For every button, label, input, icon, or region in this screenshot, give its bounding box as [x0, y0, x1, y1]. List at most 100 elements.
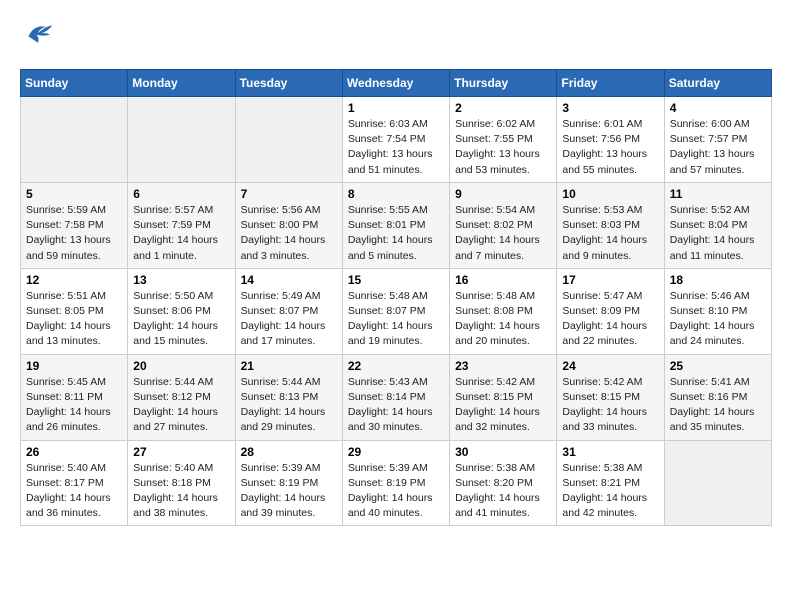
logo — [20, 20, 54, 53]
day-number: 10 — [562, 187, 658, 201]
day-info: Sunrise: 5:40 AMSunset: 8:17 PMDaylight:… — [26, 461, 122, 522]
calendar-cell — [235, 97, 342, 183]
calendar-cell: 24 Sunrise: 5:42 AMSunset: 8:15 PMDayligh… — [557, 354, 664, 440]
calendar-cell: 18 Sunrise: 5:46 AMSunset: 8:10 PMDayligh… — [664, 268, 771, 354]
day-number: 7 — [241, 187, 337, 201]
page-header — [20, 20, 772, 53]
day-number: 27 — [133, 445, 229, 459]
calendar-cell: 27 Sunrise: 5:40 AMSunset: 8:18 PMDayligh… — [128, 440, 235, 526]
day-info: Sunrise: 5:38 AMSunset: 8:21 PMDaylight:… — [562, 461, 658, 522]
calendar-cell: 22 Sunrise: 5:43 AMSunset: 8:14 PMDayligh… — [342, 354, 449, 440]
day-number: 30 — [455, 445, 551, 459]
day-number: 11 — [670, 187, 766, 201]
calendar-cell: 8 Sunrise: 5:55 AMSunset: 8:01 PMDaylight… — [342, 182, 449, 268]
day-info: Sunrise: 6:00 AMSunset: 7:57 PMDaylight:… — [670, 117, 766, 178]
day-number: 3 — [562, 101, 658, 115]
calendar-week-row: 5 Sunrise: 5:59 AMSunset: 7:58 PMDaylight… — [21, 182, 772, 268]
calendar-cell: 5 Sunrise: 5:59 AMSunset: 7:58 PMDaylight… — [21, 182, 128, 268]
day-number: 29 — [348, 445, 444, 459]
calendar-cell: 15 Sunrise: 5:48 AMSunset: 8:07 PMDayligh… — [342, 268, 449, 354]
day-number: 9 — [455, 187, 551, 201]
calendar-week-row: 12 Sunrise: 5:51 AMSunset: 8:05 PMDayligh… — [21, 268, 772, 354]
calendar-cell: 11 Sunrise: 5:52 AMSunset: 8:04 PMDayligh… — [664, 182, 771, 268]
calendar-table: SundayMondayTuesdayWednesdayThursdayFrid… — [20, 69, 772, 526]
day-number: 1 — [348, 101, 444, 115]
day-info: Sunrise: 5:46 AMSunset: 8:10 PMDaylight:… — [670, 289, 766, 350]
calendar-cell: 13 Sunrise: 5:50 AMSunset: 8:06 PMDayligh… — [128, 268, 235, 354]
calendar-cell: 10 Sunrise: 5:53 AMSunset: 8:03 PMDayligh… — [557, 182, 664, 268]
calendar-cell: 9 Sunrise: 5:54 AMSunset: 8:02 PMDaylight… — [450, 182, 557, 268]
day-info: Sunrise: 5:56 AMSunset: 8:00 PMDaylight:… — [241, 203, 337, 264]
day-number: 18 — [670, 273, 766, 287]
day-info: Sunrise: 5:50 AMSunset: 8:06 PMDaylight:… — [133, 289, 229, 350]
day-info: Sunrise: 5:39 AMSunset: 8:19 PMDaylight:… — [241, 461, 337, 522]
day-info: Sunrise: 5:44 AMSunset: 8:13 PMDaylight:… — [241, 375, 337, 436]
calendar-cell: 14Sunrise: 5:49 AMSunset: 8:07 PMDayligh… — [235, 268, 342, 354]
day-info: Sunrise: 5:48 AMSunset: 8:07 PMDaylight:… — [348, 289, 444, 350]
day-of-week-header: Saturday — [664, 70, 771, 97]
day-of-week-header: Thursday — [450, 70, 557, 97]
day-number: 4 — [670, 101, 766, 115]
day-info: Sunrise: 6:01 AMSunset: 7:56 PMDaylight:… — [562, 117, 658, 178]
calendar-cell: 16Sunrise: 5:48 AMSunset: 8:08 PMDayligh… — [450, 268, 557, 354]
day-number: 17 — [562, 273, 658, 287]
day-number: 14 — [241, 273, 337, 287]
calendar-cell: 26 Sunrise: 5:40 AMSunset: 8:17 PMDayligh… — [21, 440, 128, 526]
day-number: 24 — [562, 359, 658, 373]
day-info: Sunrise: 5:53 AMSunset: 8:03 PMDaylight:… — [562, 203, 658, 264]
day-info: Sunrise: 5:42 AMSunset: 8:15 PMDaylight:… — [562, 375, 658, 436]
logo-icon — [22, 20, 54, 48]
day-info: Sunrise: 5:55 AMSunset: 8:01 PMDaylight:… — [348, 203, 444, 264]
calendar-week-row: 19 Sunrise: 5:45 AMSunset: 8:11 PMDayligh… — [21, 354, 772, 440]
day-info: Sunrise: 6:03 AMSunset: 7:54 PMDaylight:… — [348, 117, 444, 178]
calendar-cell: 17 Sunrise: 5:47 AMSunset: 8:09 PMDayligh… — [557, 268, 664, 354]
day-info: Sunrise: 5:48 AMSunset: 8:08 PMDaylight:… — [455, 289, 551, 350]
day-info: Sunrise: 5:40 AMSunset: 8:18 PMDaylight:… — [133, 461, 229, 522]
day-of-week-header: Tuesday — [235, 70, 342, 97]
day-number: 23 — [455, 359, 551, 373]
day-info: Sunrise: 5:39 AMSunset: 8:19 PMDaylight:… — [348, 461, 444, 522]
day-info: Sunrise: 5:44 AMSunset: 8:12 PMDaylight:… — [133, 375, 229, 436]
day-number: 26 — [26, 445, 122, 459]
calendar-cell: 19 Sunrise: 5:45 AMSunset: 8:11 PMDayligh… — [21, 354, 128, 440]
day-info: Sunrise: 5:51 AMSunset: 8:05 PMDaylight:… — [26, 289, 122, 350]
day-number: 13 — [133, 273, 229, 287]
day-number: 31 — [562, 445, 658, 459]
day-number: 28 — [241, 445, 337, 459]
day-number: 2 — [455, 101, 551, 115]
day-info: Sunrise: 5:47 AMSunset: 8:09 PMDaylight:… — [562, 289, 658, 350]
day-info: Sunrise: 5:42 AMSunset: 8:15 PMDaylight:… — [455, 375, 551, 436]
calendar-cell: 30 Sunrise: 5:38 AMSunset: 8:20 PMDayligh… — [450, 440, 557, 526]
day-number: 25 — [670, 359, 766, 373]
day-number: 15 — [348, 273, 444, 287]
calendar-cell — [128, 97, 235, 183]
calendar-cell: 23 Sunrise: 5:42 AMSunset: 8:15 PMDayligh… — [450, 354, 557, 440]
calendar-cell: 25 Sunrise: 5:41 AMSunset: 8:16 PMDayligh… — [664, 354, 771, 440]
calendar-cell: 31 Sunrise: 5:38 AMSunset: 8:21 PMDayligh… — [557, 440, 664, 526]
day-info: Sunrise: 5:38 AMSunset: 8:20 PMDaylight:… — [455, 461, 551, 522]
calendar-cell: 29 Sunrise: 5:39 AMSunset: 8:19 PMDayligh… — [342, 440, 449, 526]
day-info: Sunrise: 5:45 AMSunset: 8:11 PMDaylight:… — [26, 375, 122, 436]
day-info: Sunrise: 5:52 AMSunset: 8:04 PMDaylight:… — [670, 203, 766, 264]
calendar-cell: 12 Sunrise: 5:51 AMSunset: 8:05 PMDayligh… — [21, 268, 128, 354]
calendar-cell: 4 Sunrise: 6:00 AMSunset: 7:57 PMDaylight… — [664, 97, 771, 183]
calendar-header-row: SundayMondayTuesdayWednesdayThursdayFrid… — [21, 70, 772, 97]
day-of-week-header: Friday — [557, 70, 664, 97]
day-number: 19 — [26, 359, 122, 373]
day-number: 12 — [26, 273, 122, 287]
calendar-week-row: 26 Sunrise: 5:40 AMSunset: 8:17 PMDayligh… — [21, 440, 772, 526]
calendar-cell: 21Sunrise: 5:44 AMSunset: 8:13 PMDayligh… — [235, 354, 342, 440]
day-info: Sunrise: 5:59 AMSunset: 7:58 PMDaylight:… — [26, 203, 122, 264]
calendar-cell: 2Sunrise: 6:02 AMSunset: 7:55 PMDaylight… — [450, 97, 557, 183]
day-of-week-header: Monday — [128, 70, 235, 97]
day-number: 22 — [348, 359, 444, 373]
calendar-cell: 20Sunrise: 5:44 AMSunset: 8:12 PMDayligh… — [128, 354, 235, 440]
day-number: 8 — [348, 187, 444, 201]
day-number: 5 — [26, 187, 122, 201]
day-number: 6 — [133, 187, 229, 201]
day-info: Sunrise: 5:54 AMSunset: 8:02 PMDaylight:… — [455, 203, 551, 264]
calendar-week-row: 1 Sunrise: 6:03 AMSunset: 7:54 PMDaylight… — [21, 97, 772, 183]
day-of-week-header: Sunday — [21, 70, 128, 97]
day-info: Sunrise: 5:41 AMSunset: 8:16 PMDaylight:… — [670, 375, 766, 436]
day-info: Sunrise: 5:43 AMSunset: 8:14 PMDaylight:… — [348, 375, 444, 436]
